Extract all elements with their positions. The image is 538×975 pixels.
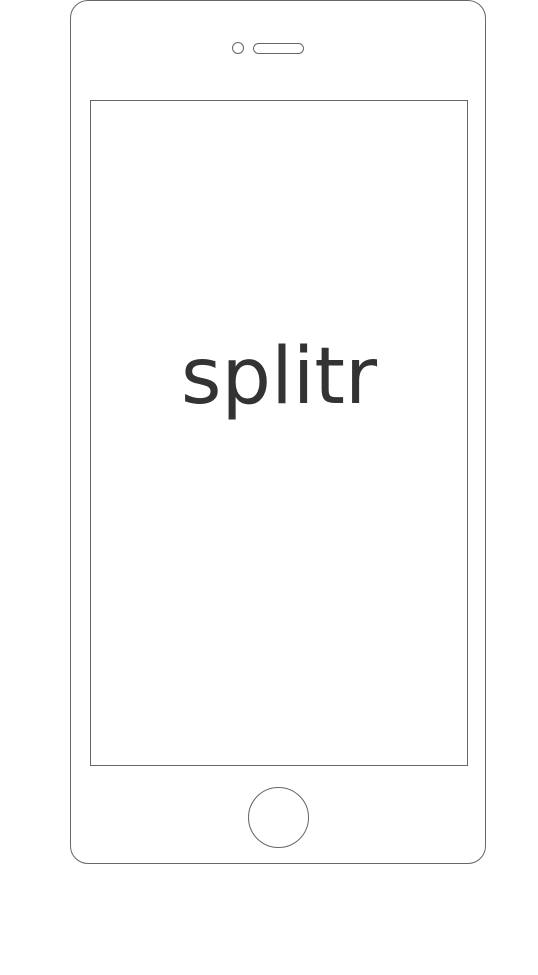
camera-icon: [232, 42, 244, 54]
home-button[interactable]: [248, 787, 309, 848]
app-logo-text: splitr: [180, 332, 378, 422]
speaker-icon: [253, 43, 304, 54]
phone-screen: splitr: [90, 100, 468, 766]
